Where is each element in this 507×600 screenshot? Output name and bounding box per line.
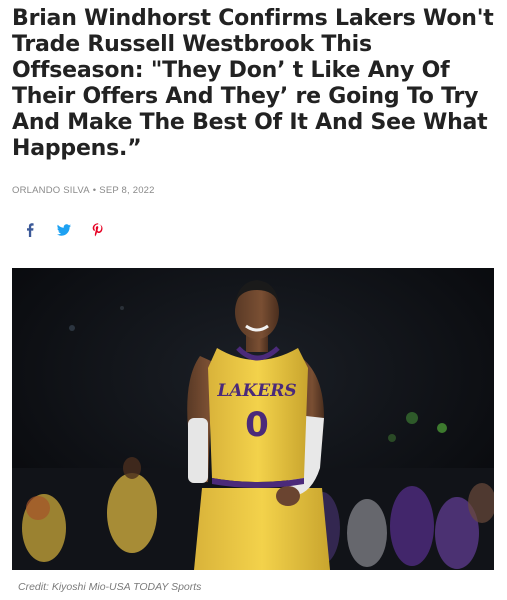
byline-separator: • [92, 185, 97, 196]
article-headline: Brian Windhorst Confirms Lakers Won't Tr… [12, 6, 494, 161]
twitter-icon[interactable] [56, 222, 72, 238]
facebook-icon[interactable] [22, 222, 38, 238]
pinterest-icon[interactable] [90, 222, 106, 238]
jersey-number-text: 0 [245, 405, 269, 445]
share-bar [22, 222, 106, 238]
article-byline: ORLANDO SILVA • SEP 8, 2022 [12, 185, 155, 196]
photo-credit: Credit: Kiyoshi Mio-USA TODAY Sports [18, 581, 202, 593]
article-photo: LAKERS 0 [12, 268, 494, 570]
jersey-team-text: LAKERS [216, 381, 296, 401]
article-page: Brian Windhorst Confirms Lakers Won't Tr… [0, 0, 507, 600]
publish-date: SEP 8, 2022 [99, 185, 155, 196]
author-name[interactable]: ORLANDO SILVA [12, 185, 90, 196]
